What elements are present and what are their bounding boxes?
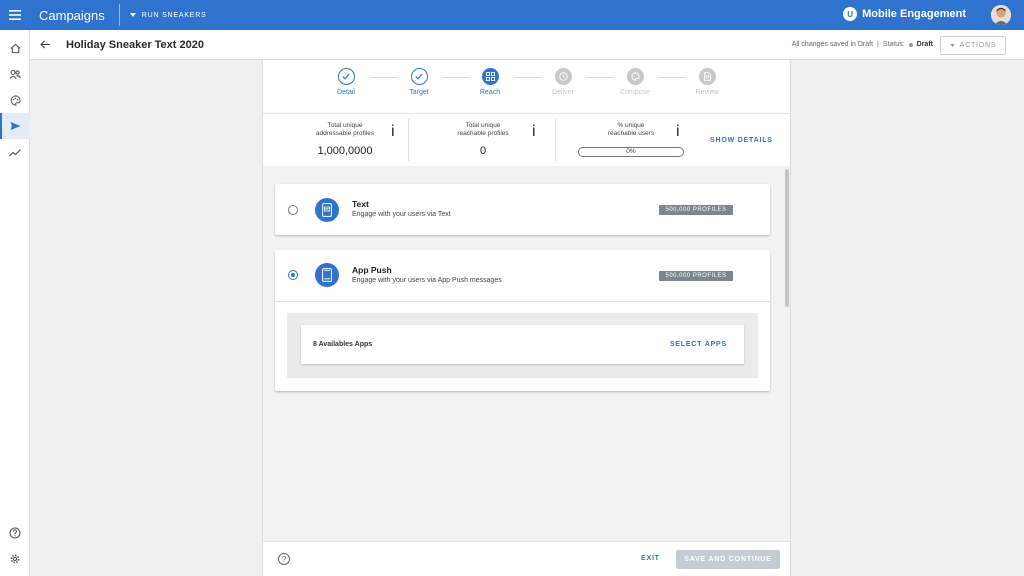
mobile-phone-icon xyxy=(315,263,339,287)
brand: U Mobile Engagement xyxy=(843,7,966,21)
step-reach[interactable]: Reach xyxy=(460,68,520,96)
step-compose[interactable]: Compose xyxy=(605,68,665,96)
caret-down-icon xyxy=(949,44,955,47)
exit-button[interactable]: EXIT xyxy=(641,555,660,562)
analytics-icon[interactable] xyxy=(0,139,30,165)
apps-section: 8 Availables Apps SELECT APPS xyxy=(287,313,758,378)
info-icon[interactable]: i xyxy=(676,123,680,141)
step-label: Target xyxy=(409,89,429,96)
wizard-stepper: Detail Target Reach Deliver Compose Revi… xyxy=(263,60,790,114)
channel-title: App Push xyxy=(352,265,392,275)
step-label: Compose xyxy=(620,89,650,96)
reach-grid-icon xyxy=(481,68,499,85)
text-message-icon xyxy=(315,198,339,222)
stat-divider xyxy=(408,119,409,161)
status-dot xyxy=(908,42,913,47)
campaign-title: Holiday Sneaker Text 2020 xyxy=(66,38,204,51)
step-label: Review xyxy=(695,89,719,96)
hamburger-menu-icon[interactable] xyxy=(0,0,30,30)
brand-name: Mobile Engagement xyxy=(862,8,966,20)
info-icon[interactable]: i xyxy=(532,123,536,141)
project-selector[interactable]: RUN SNEAKERS xyxy=(129,11,207,19)
channel-radio-text[interactable] xyxy=(288,205,298,215)
step-deliver[interactable]: Deliver xyxy=(533,68,593,96)
profiles-badge: 500,000 PROFILES xyxy=(659,205,733,215)
help-icon[interactable] xyxy=(0,520,30,546)
caret-down-icon xyxy=(129,13,136,17)
campaign-header: Holiday Sneaker Text 2020 All changes sa… xyxy=(30,30,1024,60)
save-and-continue-button[interactable]: SAVE AND CONTINUE xyxy=(676,550,780,569)
channel-card-app-push[interactable]: App Push Engage with your users via App … xyxy=(275,250,770,391)
channel-radio-app-push[interactable] xyxy=(288,270,298,280)
header-divider xyxy=(118,4,120,26)
card-divider xyxy=(275,301,770,302)
top-bar: Campaigns RUN SNEAKERS U Mobile Engageme… xyxy=(0,0,1024,30)
campaigns-send-icon[interactable] xyxy=(0,113,30,139)
channel-description: Engage with your users via Text xyxy=(352,211,451,218)
saved-text: All changes saved in Draft xyxy=(791,41,874,48)
step-review[interactable]: Review xyxy=(677,68,737,96)
channel-title: Text xyxy=(352,199,369,209)
select-apps-button[interactable]: SELECT APPS xyxy=(670,341,727,348)
channel-card-text[interactable]: Text Engage with your users via Text 500… xyxy=(275,184,770,235)
channel-description: Engage with your users via App Push mess… xyxy=(352,277,502,284)
status-value: Draft xyxy=(916,41,933,48)
stat-label: % unique reachable users xyxy=(607,122,655,137)
stat-value: 0 xyxy=(479,145,487,157)
help-icon[interactable]: ? xyxy=(278,553,290,565)
wizard-footer: ? EXIT SAVE AND CONTINUE xyxy=(263,541,790,576)
scrollbar[interactable] xyxy=(785,169,789,307)
channel-selection-area: Text Engage with your users via Text 500… xyxy=(263,166,790,541)
campaign-wizard-panel: Detail Target Reach Deliver Compose Revi… xyxy=(262,60,791,576)
apps-selector-card: 8 Availables Apps SELECT APPS xyxy=(301,325,744,364)
profiles-badge: 500,000 PROFILES xyxy=(659,271,733,281)
audience-icon[interactable] xyxy=(0,61,30,87)
info-icon[interactable]: i xyxy=(391,123,395,141)
step-label: Detail xyxy=(337,89,355,96)
step-detail[interactable]: Detail xyxy=(316,68,376,96)
step-target[interactable]: Target xyxy=(389,68,449,96)
status-label: Status: xyxy=(882,41,905,48)
check-icon xyxy=(410,68,428,85)
user-avatar[interactable] xyxy=(991,5,1011,25)
brand-logo-icon: U xyxy=(843,7,858,21)
actions-label: ACTIONS xyxy=(959,42,997,49)
save-status: All changes saved in Draft | Status: Dra… xyxy=(792,41,933,48)
check-icon xyxy=(337,68,355,85)
stat-percent: % unique reachable users 0% xyxy=(555,115,707,165)
available-apps-count: 8 Availables Apps xyxy=(313,341,373,348)
reach-progress-bar: 0% xyxy=(578,147,684,157)
palette-icon xyxy=(626,68,644,85)
palette-icon[interactable] xyxy=(0,87,30,113)
status-separator: | xyxy=(877,41,879,48)
document-search-icon xyxy=(698,68,716,85)
app-title[interactable]: Campaigns xyxy=(39,8,105,23)
step-label: Deliver xyxy=(552,89,574,96)
project-name: RUN SNEAKERS xyxy=(141,11,207,19)
back-arrow-icon[interactable] xyxy=(30,30,60,60)
actions-dropdown[interactable]: ACTIONS xyxy=(940,36,1006,55)
home-icon[interactable] xyxy=(0,35,30,61)
show-details-link[interactable]: SHOW DETAILS xyxy=(710,137,773,144)
settings-gear-icon[interactable] xyxy=(0,546,30,572)
progress-value: 0% xyxy=(626,148,636,155)
clock-icon xyxy=(554,68,572,85)
left-nav xyxy=(0,30,30,576)
step-label: Reach xyxy=(479,89,501,96)
stat-value: 1,000,0000 xyxy=(317,145,373,157)
